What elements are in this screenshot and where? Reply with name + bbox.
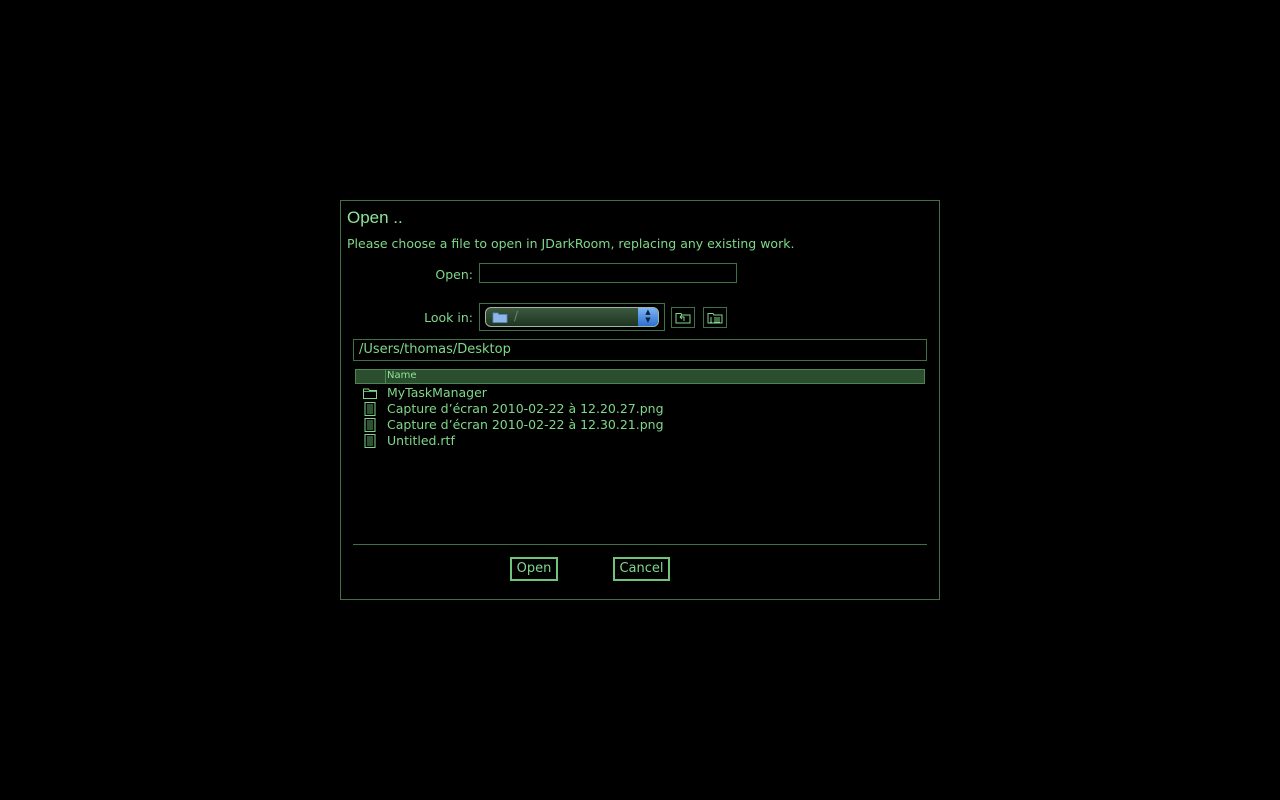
folder-icon — [363, 388, 377, 399]
folder-icon — [492, 312, 508, 323]
file-icon — [364, 418, 376, 432]
open-filename-input[interactable] — [479, 263, 737, 283]
current-path: /Users/thomas/Desktop — [353, 339, 927, 361]
details-view-button[interactable] — [703, 307, 727, 328]
look-in-label: Look in: — [424, 310, 473, 325]
file-list-header: Name — [355, 369, 925, 384]
file-list-item[interactable]: Capture d’écran 2010-02-22 à 12.20.27.pn… — [355, 401, 925, 417]
details-view-icon — [707, 313, 723, 324]
dialog-title: Open .. — [347, 208, 403, 227]
file-icon — [364, 434, 376, 448]
file-list-item[interactable]: Untitled.rtf — [355, 433, 925, 449]
dialog-instructions: Please choose a file to open in JDarkRoo… — [347, 236, 795, 251]
name-column-header[interactable]: Name — [387, 370, 417, 381]
file-icon — [364, 402, 376, 416]
up-folder-icon — [675, 313, 691, 324]
divider — [353, 544, 927, 545]
dropdown-arrows-icon[interactable]: ▲ ▼ — [638, 308, 658, 326]
file-name: Capture d’écran 2010-02-22 à 12.30.21.pn… — [387, 417, 664, 432]
file-list-item[interactable]: MyTaskManager — [355, 385, 925, 401]
up-folder-button[interactable] — [671, 307, 695, 328]
icon-column-header[interactable] — [356, 370, 386, 383]
look-in-selected-value: / — [514, 309, 519, 323]
file-name: Untitled.rtf — [387, 433, 455, 448]
open-button[interactable]: Open — [510, 557, 558, 581]
look-in-container: / ▲ ▼ — [479, 303, 665, 331]
open-field-label: Open: — [435, 267, 473, 282]
cancel-button[interactable]: Cancel — [613, 557, 670, 581]
file-name: Capture d’écran 2010-02-22 à 12.20.27.pn… — [387, 401, 664, 416]
look-in-dropdown[interactable]: / ▲ ▼ — [485, 307, 659, 327]
file-list-item[interactable]: Capture d’écran 2010-02-22 à 12.30.21.pn… — [355, 417, 925, 433]
file-name: MyTaskManager — [387, 385, 487, 400]
open-dialog: Open .. Please choose a file to open in … — [340, 200, 940, 600]
file-list: MyTaskManager Capture d’écran 2010-02-22… — [355, 385, 925, 535]
